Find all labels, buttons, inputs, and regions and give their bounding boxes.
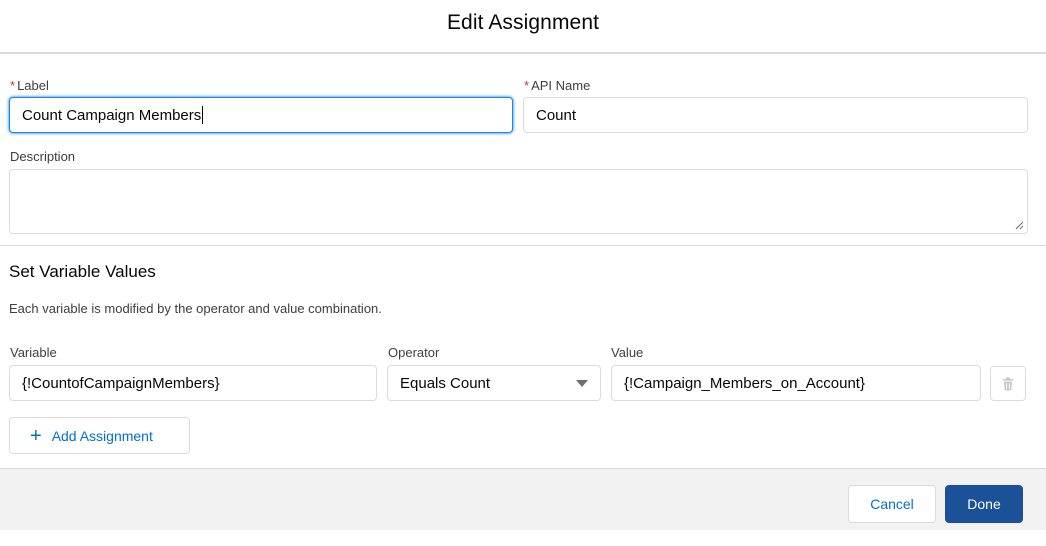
variable-input[interactable]: {!CountofCampaignMembers}: [9, 365, 377, 401]
value-input[interactable]: {!Campaign_Members_on_Account}: [611, 365, 981, 401]
section-title: Set Variable Values: [9, 262, 156, 281]
cancel-button[interactable]: Cancel: [848, 485, 936, 523]
variable-column-header: Variable: [10, 345, 57, 360]
label-field-label: * Label: [10, 78, 49, 93]
plus-icon: +: [30, 424, 42, 447]
variable-input-value: {!CountofCampaignMembers}: [22, 374, 220, 392]
resize-grip-icon[interactable]: [1014, 220, 1024, 230]
section-help-text: Each variable is modified by the operato…: [9, 301, 382, 316]
add-assignment-label: Add Assignment: [51, 427, 153, 444]
api-name-input[interactable]: Count: [523, 97, 1028, 133]
modal-header: Edit Assignment: [0, 0, 1046, 54]
description-textarea[interactable]: [9, 169, 1028, 234]
label-input[interactable]: Count Campaign Members: [9, 97, 513, 133]
modal-footer: Cancel Done: [0, 468, 1046, 530]
api-name-input-value: Count: [536, 106, 577, 124]
delete-row-button[interactable]: [990, 366, 1026, 401]
api-name-field-label: * API Name: [524, 78, 590, 93]
api-name-field-label-text: API Name: [531, 78, 591, 93]
section-divider: [0, 245, 1046, 246]
operator-select-value: Equals Count: [400, 374, 491, 392]
trash-icon: [1003, 376, 1013, 390]
modal-title: Edit Assignment: [446, 11, 600, 34]
description-field-label: Description: [10, 149, 76, 164]
label-input-value: Count Campaign Members: [22, 106, 202, 124]
add-assignment-button[interactable]: + Add Assignment: [9, 417, 190, 454]
required-mark: *: [524, 78, 530, 93]
text-cursor: [202, 106, 204, 124]
value-input-value: {!Campaign_Members_on_Account}: [624, 374, 865, 392]
operator-select[interactable]: Equals Count: [387, 365, 601, 401]
done-button[interactable]: Done: [945, 485, 1023, 523]
operator-column-header: Operator: [388, 345, 440, 360]
required-mark: *: [10, 78, 16, 93]
chevron-down-icon: [576, 380, 588, 387]
label-field-label-text: Label: [17, 78, 49, 93]
value-column-header: Value: [611, 345, 644, 360]
